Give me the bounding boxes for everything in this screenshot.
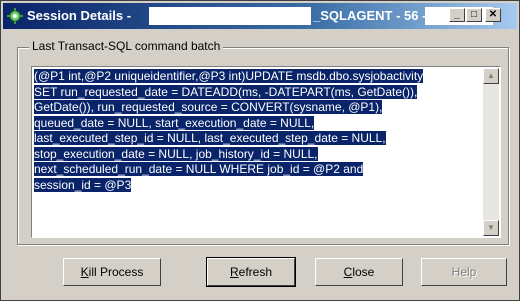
close-button[interactable]: ✕ [485, 8, 501, 22]
maximize-button[interactable]: □ [466, 8, 482, 22]
command-batch-label: Last Transact-SQL command batch [29, 39, 224, 54]
help-button[interactable]: Help [421, 258, 507, 286]
minimize-icon: _ [454, 9, 460, 20]
minimize-button[interactable]: _ [449, 8, 465, 22]
gear-icon [7, 8, 23, 24]
scroll-down-button[interactable]: ▼ [483, 220, 499, 236]
close-dialog-button[interactable]: Close [315, 258, 403, 286]
command-line: GetDate()), run_requested_source = CONVE… [34, 100, 383, 114]
vertical-scrollbar[interactable]: ▲ ▼ [483, 68, 499, 236]
command-line: stop_execution_date = NULL, job_history_… [34, 146, 318, 161]
window-title: Session Details - [27, 8, 132, 23]
close-icon: ✕ [488, 9, 498, 20]
scroll-up-button[interactable]: ▲ [483, 68, 499, 84]
command-line: next_scheduled_run_date = NULL WHERE job… [34, 162, 364, 176]
command-text: (@P1 int,@P2 uniqueidentifier,@P3 int)UP… [34, 69, 481, 193]
refresh-button[interactable]: Refresh [206, 257, 296, 287]
command-line: queued_date = NULL, start_execution_date… [34, 115, 315, 130]
command-line: (@P1 int,@P2 uniqueidentifier,@P3 int)UP… [34, 69, 424, 83]
title-bar[interactable]: Session Details - _SQLAGENT - 56 - _ □ ✕ [3, 3, 517, 29]
arrow-up-icon: ▲ [487, 71, 495, 80]
command-text-box[interactable]: (@P1 int,@P2 uniqueidentifier,@P3 int)UP… [31, 66, 501, 238]
window-title-suffix: _SQLAGENT - 56 - [313, 8, 427, 23]
redacted-server-name [149, 7, 311, 25]
arrow-down-icon: ▼ [487, 223, 495, 232]
command-line: SET run_requested_date = DATEADD(ms, -DA… [34, 84, 418, 99]
kill-process-button[interactable]: Kill Process [63, 258, 161, 286]
command-line: last_executed_step_id = NULL, last_execu… [34, 131, 386, 145]
session-details-window: Session Details - _SQLAGENT - 56 - _ □ ✕… [0, 0, 520, 301]
maximize-icon: □ [470, 9, 478, 20]
command-line: session_id = @P3 [34, 177, 132, 192]
